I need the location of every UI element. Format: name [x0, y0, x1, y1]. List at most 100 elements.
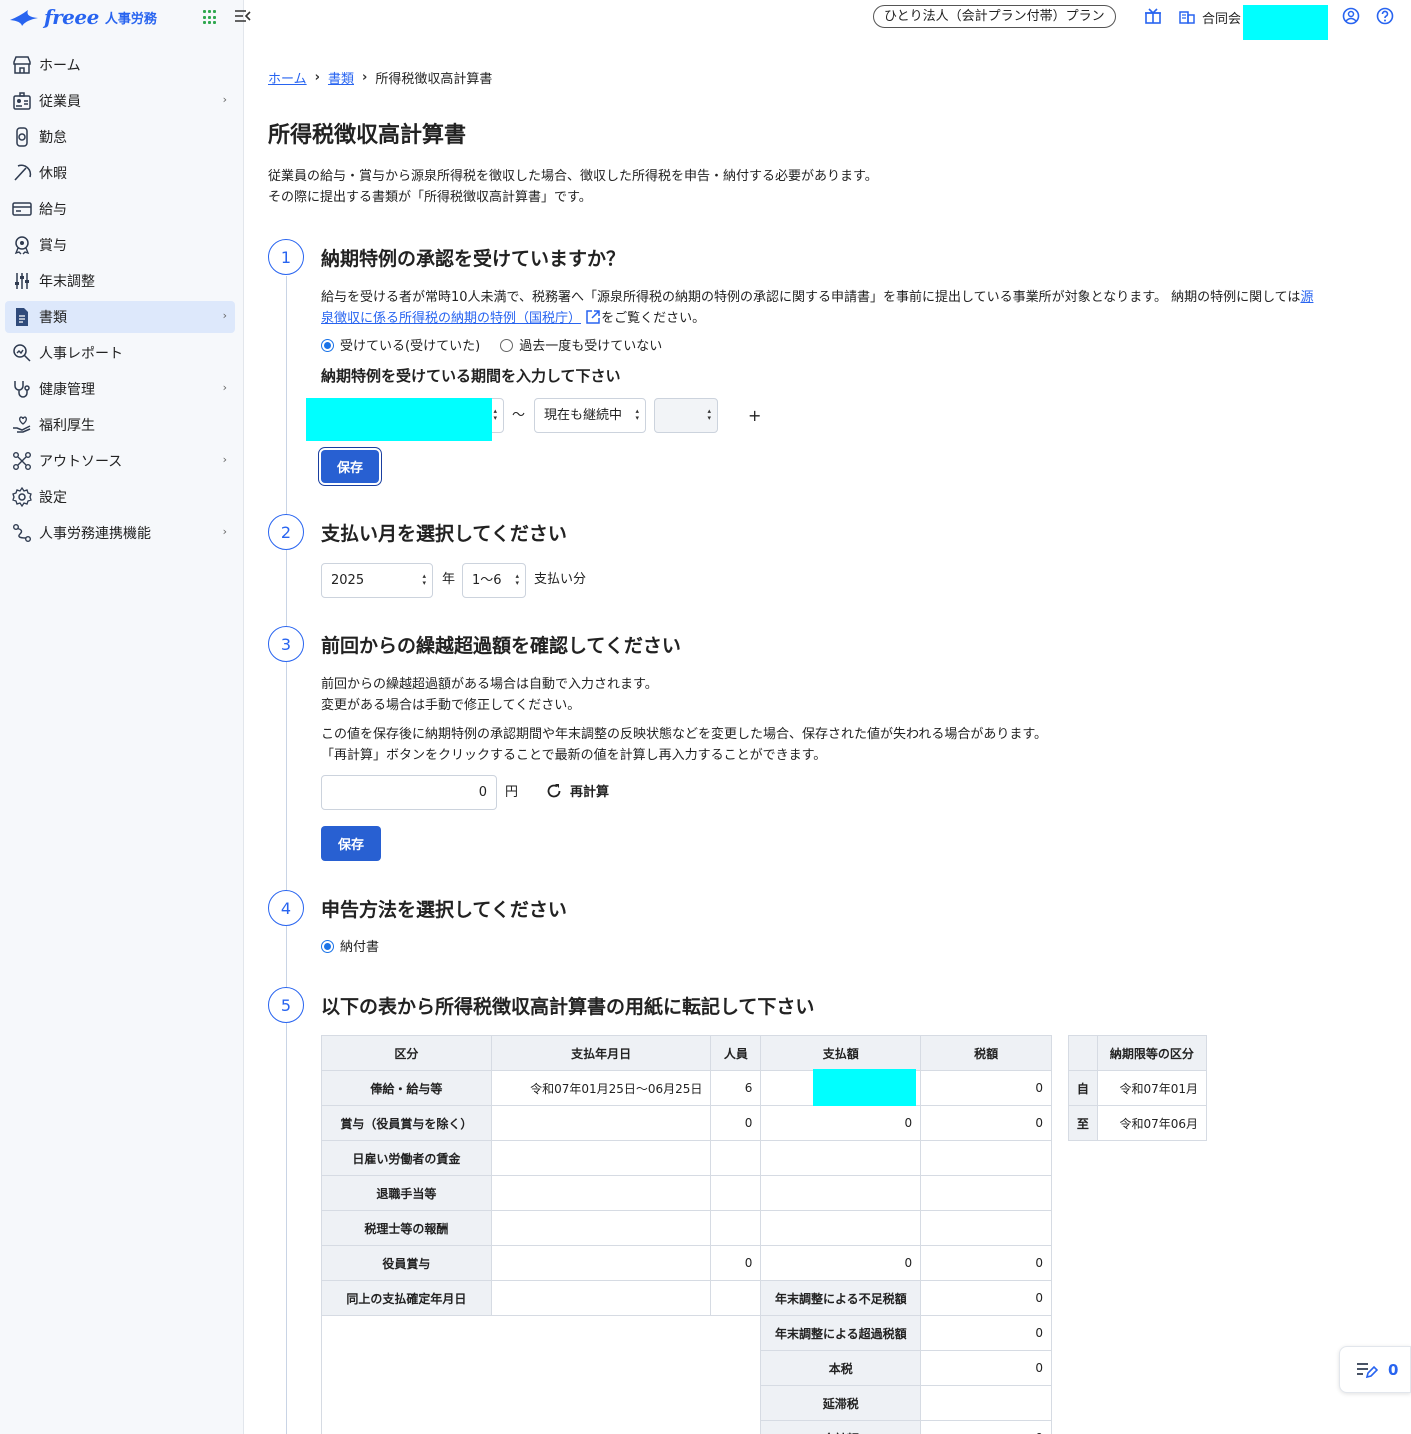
- hand-heart-icon: [10, 413, 34, 437]
- withholding-tax-table: 区分 支払年月日 人員 支払額 税額 俸給・給与等 令和07年01月25日〜06…: [320, 1035, 1052, 1434]
- sidebar-item-hr-report[interactable]: 人事レポート: [5, 337, 235, 369]
- sidebar-item-bonus[interactable]: 賞与: [5, 229, 235, 261]
- row-label: 同上の支払確定年月日: [321, 1280, 492, 1316]
- payment-amount-cell: [760, 1175, 922, 1211]
- sidebar-item-health[interactable]: 健康管理 ›: [5, 373, 235, 405]
- people-cell: [710, 1210, 762, 1246]
- sidebar: freee 人事労務 ホーム 従業員 › 勤怠 休暇 給与 賞与 年末調整 書類…: [0, 0, 251, 1434]
- filing-method-radio[interactable]: 納付書: [321, 937, 379, 958]
- sidebar-item-attendance[interactable]: 勤怠: [5, 121, 235, 153]
- empty-cell: [320, 1315, 762, 1351]
- table-row: 至 令和07年06月: [1068, 1105, 1208, 1141]
- people-cell: [710, 1140, 762, 1176]
- radio-never-received[interactable]: 過去一度も受けていない: [500, 339, 662, 354]
- summary-row: 合計額 0: [320, 1420, 1052, 1434]
- people-cell: 6: [710, 1070, 762, 1106]
- summary-label: 合計額: [760, 1420, 922, 1434]
- sidebar-nav: ホーム 従業員 › 勤怠 休暇 給与 賞与 年末調整 書類 › 人事レポート 健…: [5, 49, 235, 553]
- summary-row: 年末調整による超過税額 0: [320, 1315, 1052, 1351]
- payment-date-cell: [490, 1140, 712, 1176]
- radio-button[interactable]: [500, 339, 514, 352]
- nta-link[interactable]: 泉徴収に係る所得税の納期の特例（国税庁）: [321, 311, 581, 326]
- sidebar-item-documents[interactable]: 書類 ›: [5, 301, 235, 333]
- year-select[interactable]: 2025: [321, 563, 433, 598]
- edit-list-icon: [1357, 1362, 1378, 1378]
- nta-link[interactable]: 源: [1300, 290, 1313, 305]
- step1-description: 給与を受ける者が常時10人未満で、税務署へ「源泉所得税の納期の特例の承認に関する…: [321, 287, 1313, 329]
- redacted-start-period: [306, 398, 492, 441]
- sidebar-item-label: ホーム: [39, 58, 81, 74]
- sidebar-item-year-end[interactable]: 年末調整: [5, 265, 235, 297]
- carryover-amount-input[interactable]: 0: [321, 775, 497, 810]
- empty-header: [1068, 1035, 1098, 1071]
- payment-amount-cell: 0: [760, 1105, 922, 1141]
- breadcrumb-current: 所得税徴収高計算書: [375, 72, 493, 87]
- payment-date-cell: [490, 1175, 712, 1211]
- sidebar-item-label: 福利厚生: [39, 418, 95, 434]
- sidebar-item-payroll[interactable]: 給与: [5, 193, 235, 225]
- summary-label: 延滞税: [760, 1385, 922, 1421]
- sidebar-item-label: 賞与: [39, 238, 67, 254]
- gift-icon[interactable]: [1143, 6, 1163, 26]
- add-period-button[interactable]: +: [748, 405, 761, 426]
- radio-button-checked[interactable]: [321, 940, 334, 953]
- desc-line: この値を保存後に納期特例の承認期間や年末調整の反映状態などを変更した場合、保存さ…: [321, 727, 1048, 742]
- radio-label: 納付書: [340, 940, 380, 955]
- brand-logo[interactable]: freee 人事労務: [8, 4, 157, 30]
- period-select[interactable]: 1〜6: [462, 563, 526, 598]
- step-number-1: 1: [268, 239, 304, 275]
- column-header: 人員: [710, 1035, 762, 1071]
- help-icon[interactable]: [1375, 6, 1395, 26]
- period-end-select[interactable]: 現在も継続中: [534, 398, 646, 433]
- people-cell: 0: [710, 1245, 762, 1281]
- tax-cell: [920, 1175, 1052, 1211]
- tax-cell: 0: [920, 1245, 1052, 1281]
- sidebar-item-leave[interactable]: 休暇: [5, 157, 235, 189]
- recalculate-button[interactable]: 再計算: [546, 782, 609, 803]
- step-title: 納期特例の承認を受けていますか？: [321, 248, 626, 270]
- app-grid-icon[interactable]: [203, 10, 218, 25]
- table-row: 役員賞与 0 0 0: [321, 1245, 1052, 1281]
- id-card-icon: [10, 89, 34, 113]
- row-label: 退職手当等: [321, 1175, 492, 1211]
- breadcrumb-home-link[interactable]: ホーム: [268, 68, 307, 87]
- radio-received[interactable]: 受けている(受けていた): [321, 339, 480, 354]
- empty-cell: [320, 1420, 762, 1434]
- refresh-icon: [547, 784, 561, 798]
- intro-line: その際に提出する書類が「所得税徴収高計算書」です。: [268, 190, 592, 205]
- card-icon: [10, 197, 34, 221]
- summary-value: 0: [920, 1350, 1052, 1386]
- plan-badge[interactable]: ひとり法人（会計プラン付帯）プラン: [873, 5, 1116, 28]
- period-end-month-select[interactable]: [654, 398, 718, 433]
- tax-cell: 0: [920, 1070, 1052, 1106]
- feedback-button[interactable]: 0: [1339, 1346, 1411, 1393]
- desc-text: をご覧ください。: [601, 311, 706, 326]
- sidebar-item-outsource[interactable]: アウトソース ›: [5, 445, 235, 477]
- building-icon[interactable]: [1177, 6, 1197, 26]
- radio-button-checked[interactable]: [321, 339, 334, 352]
- step-title: 支払い月を選択してください: [321, 523, 567, 545]
- user-account-icon[interactable]: [1341, 6, 1361, 26]
- chevron-right-icon: ›: [222, 525, 227, 538]
- sidebar-item-label: 勤怠: [39, 130, 67, 146]
- summary-value: [920, 1385, 1052, 1421]
- save-button[interactable]: 保存: [321, 450, 379, 483]
- company-name[interactable]: 合同会: [1202, 8, 1241, 27]
- redacted-company-name: [1243, 5, 1328, 40]
- row-label: 日雇い労働者の賃金: [321, 1140, 492, 1176]
- payment-date-cell: [490, 1105, 712, 1141]
- breadcrumb-docs-link[interactable]: 書類: [328, 68, 354, 87]
- chevron-right-icon: ›: [222, 93, 227, 106]
- breadcrumb: ホーム › 書類 › 所得税徴収高計算書: [268, 68, 492, 87]
- sliders-icon: [10, 269, 34, 293]
- sidebar-item-integration[interactable]: 人事労務連携機能 ›: [5, 517, 235, 549]
- sidebar-item-settings[interactable]: 設定: [5, 481, 235, 513]
- sidebar-item-label: 人事レポート: [39, 346, 123, 362]
- sidebar-item-welfare[interactable]: 福利厚生: [5, 409, 235, 441]
- top-bar: ひとり法人（会計プラン付帯）プラン 合同会: [244, 0, 1411, 40]
- sidebar-item-label: 給与: [39, 202, 67, 218]
- save-button[interactable]: 保存: [321, 826, 381, 861]
- payment-amount-cell: [760, 1210, 922, 1246]
- sidebar-item-home[interactable]: ホーム: [5, 49, 235, 81]
- sidebar-item-employees[interactable]: 従業員 ›: [5, 85, 235, 117]
